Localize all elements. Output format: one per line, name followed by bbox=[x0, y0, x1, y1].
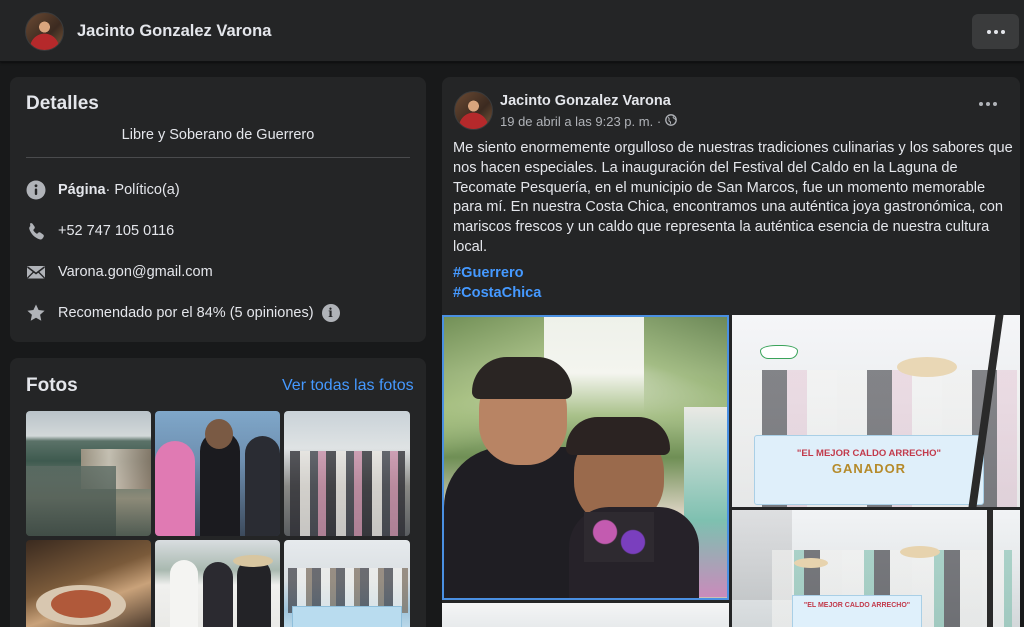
post-author-name[interactable]: Jacinto Gonzalez Varona bbox=[500, 93, 671, 109]
mail-icon bbox=[26, 262, 46, 282]
see-all-photos-link[interactable]: Ver todas las fotos bbox=[282, 377, 414, 395]
photo-thumbnail[interactable] bbox=[155, 411, 280, 536]
banner-text: "EL MEJOR CALDO ARRECHO" bbox=[803, 602, 911, 609]
post-photo[interactable]: "EL MEJOR CALDO ARRECHO" GANADOR bbox=[732, 315, 1020, 507]
photo-thumbnail[interactable] bbox=[284, 411, 410, 536]
category-label: Página bbox=[58, 182, 106, 198]
hashtag-link[interactable]: #Guerrero bbox=[453, 265, 524, 281]
email-address[interactable]: Varona.gon@gmail.com bbox=[58, 264, 213, 280]
post-author-avatar[interactable] bbox=[454, 91, 493, 130]
post-photo-main[interactable] bbox=[442, 315, 729, 600]
details-card: Detalles Libre y Soberano de Guerrero Pá… bbox=[10, 77, 426, 342]
recommendation-text: Recomendado por el 84% (5 opiniones) bbox=[58, 305, 314, 321]
banner-text: "EL MEJOR CALDO ARRECHO" bbox=[796, 448, 942, 459]
phone-icon bbox=[26, 221, 46, 241]
divider bbox=[26, 157, 410, 158]
info-icon[interactable]: i bbox=[321, 304, 340, 322]
page-more-button[interactable] bbox=[972, 14, 1019, 49]
page-name[interactable]: Jacinto Gonzalez Varona bbox=[77, 22, 271, 41]
detail-category: Página · Político(a) bbox=[26, 179, 180, 201]
post-meta: 19 de abril a las 9:23 p. m. · bbox=[500, 114, 678, 129]
post-options-button[interactable] bbox=[979, 102, 997, 106]
hashtag-link[interactable]: #CostaChica bbox=[453, 285, 541, 301]
post-photo[interactable] bbox=[442, 603, 729, 627]
detail-email: Varona.gon@gmail.com bbox=[26, 261, 213, 283]
post-card: Jacinto Gonzalez Varona 19 de abril a la… bbox=[442, 77, 1020, 627]
ellipsis-icon bbox=[986, 29, 1005, 34]
post-text: Me siento enormemente orgulloso de nuest… bbox=[453, 140, 1013, 255]
page-header: Jacinto Gonzalez Varona bbox=[0, 0, 1024, 62]
detail-phone: +52 747 105 0116 bbox=[26, 220, 174, 242]
details-title: Detalles bbox=[26, 93, 99, 114]
phone-number[interactable]: +52 747 105 0116 bbox=[58, 223, 174, 239]
info-icon bbox=[26, 180, 46, 200]
banner-text: GANADOR bbox=[831, 461, 907, 476]
photo-thumbnail[interactable] bbox=[155, 540, 280, 627]
globe-icon bbox=[665, 114, 678, 129]
page-avatar[interactable] bbox=[25, 12, 64, 51]
details-bio: Libre y Soberano de Guerrero bbox=[121, 127, 315, 143]
photo-thumbnail[interactable] bbox=[284, 540, 410, 627]
post-timestamp[interactable]: 19 de abril a las 9:23 p. m. · bbox=[500, 114, 661, 129]
photo-thumbnail[interactable] bbox=[26, 540, 151, 627]
photos-title: Fotos bbox=[26, 375, 78, 396]
category-value: · Político(a) bbox=[105, 182, 180, 198]
ellipsis-icon bbox=[979, 102, 997, 106]
photo-thumbnail[interactable] bbox=[26, 411, 151, 536]
star-icon bbox=[26, 303, 46, 323]
detail-recommendation: Recomendado por el 84% (5 opiniones) i bbox=[26, 302, 340, 324]
photos-card: Fotos Ver todas las fotos bbox=[10, 358, 426, 627]
post-photo[interactable]: "EL MEJOR CALDO ARRECHO" bbox=[732, 510, 1020, 627]
